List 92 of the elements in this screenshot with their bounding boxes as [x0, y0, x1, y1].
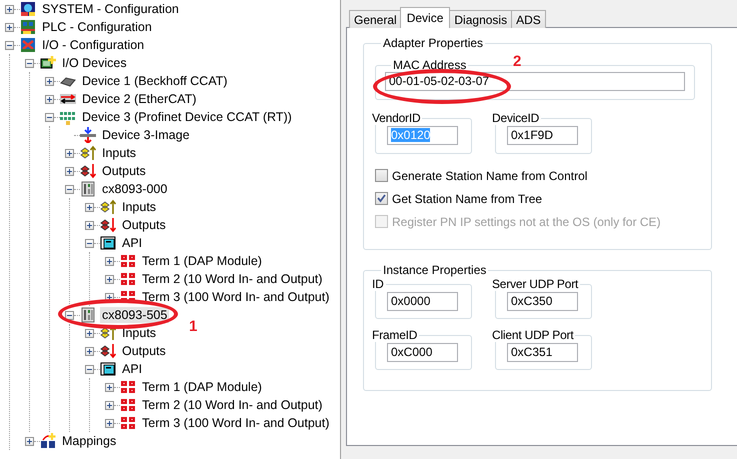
- expand-button[interactable]: [85, 202, 94, 212]
- tree-item[interactable]: Term 3 (100 Word In- and Output): [140, 415, 332, 431]
- tree-item[interactable]: Mappings: [60, 433, 118, 449]
- input-field[interactable]: 0xC000: [387, 343, 458, 362]
- expand-button[interactable]: [105, 418, 114, 428]
- tree-item[interactable]: Term 1 (DAP Module): [140, 379, 264, 395]
- grid-icon: [20, 19, 36, 35]
- group-title: VendorID: [371, 111, 422, 125]
- expand-button[interactable]: [5, 4, 14, 14]
- module-icon: [120, 397, 136, 413]
- tree-item[interactable]: Inputs: [120, 325, 158, 341]
- tree-item[interactable]: Outputs: [100, 163, 148, 179]
- tree-item[interactable]: Inputs: [120, 199, 158, 215]
- annotation-number: 2: [513, 53, 522, 70]
- expand-button[interactable]: [105, 382, 114, 392]
- tree-item[interactable]: PLC - Configuration: [40, 19, 154, 35]
- arrows-icon: [60, 91, 76, 107]
- annotation-number: 1: [189, 318, 198, 335]
- group-title: DeviceID: [491, 111, 540, 125]
- output-icon: [100, 217, 116, 233]
- module-icon: [120, 379, 136, 395]
- collapse-button[interactable]: [45, 112, 54, 122]
- tree-item[interactable]: Term 1 (DAP Module): [140, 253, 264, 269]
- tree-item[interactable]: cx8093-000: [100, 181, 170, 197]
- board-icon: [40, 55, 56, 71]
- output-icon: [80, 163, 96, 179]
- cross-icon: [20, 37, 36, 53]
- expand-button[interactable]: [25, 436, 34, 446]
- input-field[interactable]: 0xC351: [507, 343, 578, 362]
- tab[interactable]: Diagnosis: [449, 10, 512, 28]
- input-field[interactable]: 0xC350: [507, 292, 578, 311]
- expand-button[interactable]: [45, 94, 54, 104]
- tree-item[interactable]: Term 2 (10 Word In- and Output): [140, 397, 324, 413]
- output-icon: [100, 343, 116, 359]
- expand-button[interactable]: [85, 328, 94, 338]
- tree-item[interactable]: API: [120, 361, 144, 377]
- image-icon: [80, 127, 96, 143]
- expand-button[interactable]: [85, 346, 94, 356]
- checkbox-label: Generate Station Name from Control: [392, 168, 588, 182]
- group-title: Adapter Properties: [382, 36, 484, 50]
- input-field[interactable]: 0x1F9D: [507, 126, 578, 145]
- input-icon: [100, 199, 116, 215]
- group-title: FrameID: [371, 328, 418, 342]
- tree-item[interactable]: Device 1 (Beckhoff CCAT): [80, 73, 230, 89]
- checkbox[interactable]: [375, 192, 388, 205]
- tree-item[interactable]: I/O - Configuration: [40, 37, 146, 53]
- expand-button[interactable]: [85, 220, 94, 230]
- folder-icon: [100, 235, 116, 251]
- checkbox-label: Register PN IP settings not at the OS (only for CE): [392, 214, 661, 228]
- tree-item[interactable]: Device 2 (EtherCAT): [80, 91, 198, 107]
- collapse-button[interactable]: [85, 238, 94, 248]
- tree-item[interactable]: Device 3 (Profinet Device CCAT (RT)): [80, 109, 294, 125]
- folder-icon: [100, 361, 116, 377]
- group-title: Client UDP Port: [491, 328, 575, 342]
- expand-button[interactable]: [105, 400, 114, 410]
- expand-button[interactable]: [65, 166, 74, 176]
- group-title: ID: [371, 277, 385, 291]
- expand-button[interactable]: [45, 76, 54, 86]
- collapse-button[interactable]: [85, 364, 94, 374]
- checkbox-label: Get Station Name from Tree: [392, 192, 542, 206]
- tree-item[interactable]: Device 3-Image: [100, 127, 192, 143]
- tree-item[interactable]: Term 3 (100 Word In- and Output): [140, 289, 332, 305]
- tree-item[interactable]: SYSTEM - Configuration: [40, 1, 181, 17]
- network-icon: [60, 109, 76, 125]
- collapse-button[interactable]: [65, 184, 74, 194]
- input-field[interactable]: 0x0000: [387, 292, 458, 311]
- tab[interactable]: ADS: [511, 10, 546, 28]
- collapse-button[interactable]: [25, 58, 34, 68]
- tree-item[interactable]: Outputs: [120, 217, 168, 233]
- tab[interactable]: General: [349, 10, 402, 28]
- tree-item[interactable]: I/O Devices: [60, 55, 129, 71]
- checkbox[interactable]: [375, 169, 388, 182]
- expand-button[interactable]: [65, 148, 74, 158]
- collapse-button[interactable]: [65, 310, 74, 320]
- tree-item[interactable]: Inputs: [100, 145, 138, 161]
- group-title: MAC Address: [392, 58, 468, 72]
- module-icon: [120, 253, 136, 269]
- tree-item[interactable]: API: [120, 235, 144, 251]
- module-icon: [120, 415, 136, 431]
- input-icon: [80, 145, 96, 161]
- expand-button[interactable]: [105, 256, 114, 266]
- tree-item[interactable]: Term 2 (10 Word In- and Output): [140, 271, 324, 287]
- input-field[interactable]: 00-01-05-02-03-07: [385, 72, 685, 91]
- expand-button[interactable]: [5, 22, 14, 32]
- group-title: Server UDP Port: [491, 277, 580, 291]
- tree-item[interactable]: cx8093-505: [100, 307, 170, 323]
- collapse-button[interactable]: [5, 40, 14, 50]
- module-icon: [120, 271, 136, 287]
- tab[interactable]: Device: [400, 7, 450, 28]
- group-title: Instance Properties: [382, 263, 488, 277]
- expand-button[interactable]: [105, 274, 114, 284]
- tree-item[interactable]: Outputs: [120, 343, 168, 359]
